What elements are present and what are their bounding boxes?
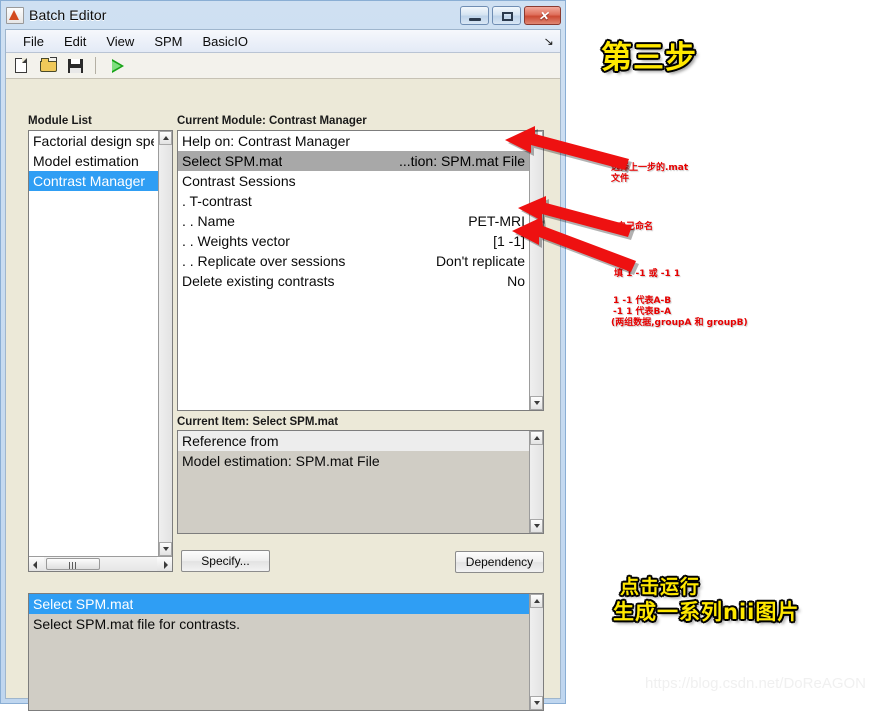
triangle-up-icon <box>163 136 169 140</box>
scroll-up-arrow-icon[interactable] <box>530 431 543 445</box>
help-panel-vertical-scrollbar[interactable] <box>529 594 543 710</box>
toolbar <box>6 53 560 79</box>
triangle-up-icon <box>534 436 540 440</box>
scroll-up-arrow-icon[interactable] <box>530 594 543 608</box>
current-item-row-model-estimation[interactable]: Model estimation: SPM.mat File <box>178 451 529 471</box>
batch-editor-window: Batch Editor ✕ File Edit View SPM BasicI… <box>0 0 566 711</box>
open-folder-icon <box>40 56 57 72</box>
annotation-step-title: 第三步 <box>601 40 697 76</box>
maximize-icon <box>502 11 513 21</box>
help-row-description[interactable]: Select SPM.mat file for contrasts. <box>29 614 529 634</box>
scroll-down-arrow-icon[interactable] <box>530 696 543 710</box>
module-row-contrast-sessions[interactable]: Contrast Sessions <box>178 171 529 191</box>
scroll-down-arrow-icon[interactable] <box>530 396 543 410</box>
module-list-item-factorial-design[interactable]: Factorial design specification <box>29 131 158 151</box>
scroll-right-arrow-icon[interactable] <box>157 557 172 571</box>
menu-item-basicio[interactable]: BasicIO <box>193 32 257 51</box>
menu-item-view[interactable]: View <box>97 32 143 51</box>
save-file-button[interactable] <box>65 56 87 76</box>
module-list-vertical-scrollbar[interactable] <box>158 131 172 556</box>
menu-bar: File Edit View SPM BasicIO ↘ <box>6 30 560 53</box>
module-list-heading: Module List <box>28 115 92 127</box>
pointer-arrow-select-spm-mat <box>505 126 635 176</box>
close-icon: ✕ <box>538 8 549 23</box>
triangle-up-icon <box>534 599 540 603</box>
triangle-right-icon <box>164 561 168 569</box>
save-floppy-icon <box>68 58 83 73</box>
maximize-button[interactable] <box>492 5 521 25</box>
current-item-vertical-scrollbar[interactable] <box>529 431 543 533</box>
new-file-icon <box>15 57 27 73</box>
run-triangle-icon <box>112 58 124 73</box>
annotation-weights-line3: (两组数据,groupA 和 groupB) <box>611 318 748 328</box>
horizontal-scroll-thumb[interactable] <box>46 558 100 570</box>
module-list-rows: Factorial design specification Model est… <box>29 131 158 191</box>
triangle-down-icon <box>163 547 169 551</box>
pointer-arrow-weights-vector <box>512 217 642 279</box>
scroll-down-arrow-icon[interactable] <box>159 542 172 556</box>
annotation-weights-line1: 1 -1 代表A-B <box>613 296 672 306</box>
help-panel-rows: Select SPM.mat Select SPM.mat file for c… <box>29 594 529 634</box>
module-row-t-contrast[interactable]: . T-contrast <box>178 191 529 211</box>
title-bar: Batch Editor ✕ <box>4 3 562 27</box>
annotation-run-note-line2: 生成一系列nii图片 <box>613 600 800 624</box>
current-item-row-reference-from[interactable]: Reference from <box>178 431 529 451</box>
menu-item-edit[interactable]: Edit <box>55 32 95 51</box>
current-module-rows: Help on: Contrast Manager Select SPM.mat… <box>178 131 529 291</box>
menu-item-file[interactable]: File <box>14 32 53 51</box>
window-title: Batch Editor <box>29 7 107 23</box>
annotation-weights-line2: -1 1 代表B-A <box>613 307 672 317</box>
scroll-down-arrow-icon[interactable] <box>530 519 543 533</box>
scroll-up-arrow-icon[interactable] <box>159 131 172 145</box>
help-row-title[interactable]: Select SPM.mat <box>29 594 529 614</box>
minimize-icon <box>469 17 481 21</box>
window-controls: ✕ <box>460 5 562 25</box>
module-list-box[interactable]: Factorial design specification Model est… <box>28 130 173 572</box>
new-file-button[interactable] <box>11 56 33 76</box>
open-file-button[interactable] <box>38 56 60 76</box>
module-row-weights-vector[interactable]: . . Weights vector [1 -1] <box>178 231 529 251</box>
current-item-rows: Reference from Model estimation: SPM.mat… <box>178 431 529 471</box>
module-list-item-contrast-manager[interactable]: Contrast Manager <box>29 171 158 191</box>
scroll-left-arrow-icon[interactable] <box>29 557 44 571</box>
module-row-name[interactable]: . . Name PET-MRI <box>178 211 529 231</box>
current-item-heading: Current Item: Select SPM.mat <box>177 416 339 428</box>
minimize-button[interactable] <box>460 5 489 25</box>
current-item-box[interactable]: Reference from Model estimation: SPM.mat… <box>177 430 544 534</box>
triangle-down-icon <box>534 401 540 405</box>
watermark-text: https://blog.csdn.net/DoReAGON <box>645 675 866 692</box>
annotation-run-note-line1: 点击运行 <box>620 576 701 598</box>
menu-item-spm[interactable]: SPM <box>145 32 191 51</box>
triangle-left-icon <box>33 561 37 569</box>
dock-arrow-icon[interactable]: ↘ <box>543 35 554 48</box>
current-module-heading: Current Module: Contrast Manager <box>177 115 367 127</box>
current-module-box[interactable]: Help on: Contrast Manager Select SPM.mat… <box>177 130 544 411</box>
module-row-replicate[interactable]: . . Replicate over sessions Don't replica… <box>178 251 529 271</box>
module-row-help[interactable]: Help on: Contrast Manager <box>178 131 529 151</box>
run-button[interactable] <box>107 56 129 76</box>
close-button[interactable]: ✕ <box>524 5 561 25</box>
matlab-icon <box>6 6 24 24</box>
dependency-button[interactable]: Dependency <box>455 551 544 573</box>
window-client-area: File Edit View SPM BasicIO ↘ Module List… <box>5 29 561 711</box>
toolbar-separator <box>95 57 96 74</box>
module-row-select-spm-mat[interactable]: Select SPM.mat ...tion: SPM.mat File <box>178 151 529 171</box>
help-panel-box[interactable]: Select SPM.mat Select SPM.mat file for c… <box>28 593 544 711</box>
triangle-down-icon <box>534 524 540 528</box>
module-list-horizontal-scrollbar[interactable] <box>29 556 172 571</box>
triangle-down-icon <box>534 701 540 705</box>
module-row-delete-contrasts[interactable]: Delete existing contrasts No <box>178 271 529 291</box>
specify-button[interactable]: Specify... <box>181 550 270 572</box>
module-list-item-model-estimation[interactable]: Model estimation <box>29 151 158 171</box>
